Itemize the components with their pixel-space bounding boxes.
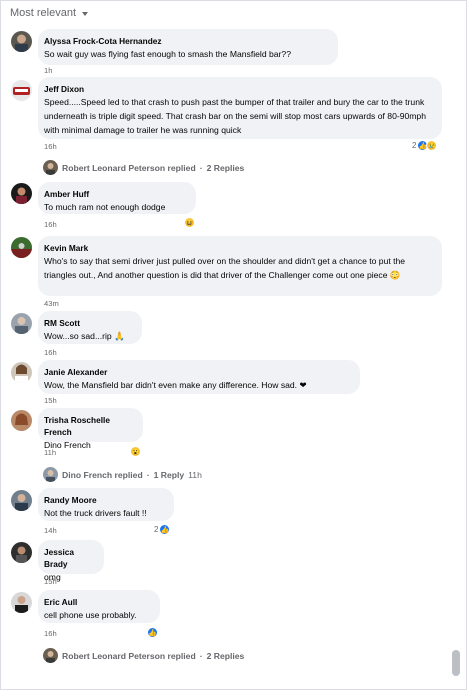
comment-time[interactable]: 16h	[44, 142, 57, 151]
sad-icon: 😢	[426, 140, 438, 151]
scrollbar-thumb[interactable]	[452, 650, 460, 676]
comment-text: Wow, the Mansfield bar didn't even make …	[44, 380, 307, 390]
comment-author[interactable]: Jeff Dixon	[44, 83, 435, 95]
reaction-summary[interactable]: 2 👍 😢	[412, 140, 438, 151]
avatar[interactable]	[11, 592, 32, 613]
comment-time[interactable]: 11h	[44, 448, 56, 457]
reaction-summary[interactable]: 2 👍	[154, 524, 171, 535]
comment-bubble: Trisha Roschelle French Dino French	[38, 408, 143, 450]
comment-text: Dino French	[44, 440, 91, 450]
comment-bubble: Janie Alexander Wow, the Mansfield bar d…	[38, 360, 360, 394]
replier-name: Dino French replied	[62, 469, 143, 480]
view-replies-link[interactable]: Dino French replied · 1 Reply 11h	[43, 467, 202, 482]
comment-author[interactable]: Alyssa Frock-Cota Hernandez	[44, 35, 331, 47]
avatar[interactable]	[11, 362, 32, 383]
comment-text: So wait guy was flying fast enough to sm…	[44, 49, 291, 59]
reply-count: 2 Replies	[206, 650, 245, 661]
reaction-count: 2	[412, 141, 417, 150]
comment-author[interactable]: Eric Aull	[44, 596, 153, 608]
avatar	[43, 467, 58, 482]
reaction-summary[interactable]: 👍	[147, 627, 158, 638]
comment-text: Not the truck drivers fault !!	[44, 508, 147, 518]
comment-author[interactable]: Randy Moore	[44, 494, 167, 506]
reaction-summary[interactable]: 😮	[130, 446, 141, 457]
avatar[interactable]	[11, 183, 32, 204]
avatar	[43, 648, 58, 663]
comment-bubble: Kevin Mark Who's to say that semi driver…	[38, 236, 442, 296]
comment-bubble: RM Scott Wow...so sad...rip 🙏	[38, 311, 142, 344]
comment-time[interactable]: 15h	[44, 577, 57, 586]
comment-time[interactable]: 1h	[44, 66, 52, 75]
comment-author[interactable]: Kevin Mark	[44, 242, 435, 254]
separator: ·	[199, 162, 203, 173]
reply-time: 11h	[188, 469, 202, 480]
comments-panel: Most relevant Alyssa Frock-Cota Hernande…	[0, 0, 467, 690]
comment-bubble: Amber Huff To much ram not enough dodge	[38, 182, 196, 214]
comment-text: Wow...so sad...rip 🙏	[44, 331, 125, 341]
comment-author[interactable]: Jessica Brady	[44, 546, 97, 570]
avatar	[43, 160, 58, 175]
avatar[interactable]	[11, 542, 32, 563]
separator: ·	[146, 469, 150, 480]
comment-text: cell phone use probably.	[44, 610, 137, 620]
chevron-down-icon	[82, 11, 89, 16]
sort-dropdown[interactable]: Most relevant	[10, 7, 89, 19]
comment-text: Who's to say that semi driver just pulle…	[44, 256, 406, 280]
comment-time[interactable]: 14h	[44, 526, 57, 535]
avatar[interactable]	[11, 31, 32, 52]
avatar[interactable]	[11, 237, 32, 258]
comment-author[interactable]: RM Scott	[44, 317, 135, 329]
separator: ·	[199, 650, 203, 661]
avatar[interactable]	[11, 80, 32, 101]
comment-author[interactable]: Amber Huff	[44, 188, 189, 200]
sort-label: Most relevant	[10, 7, 77, 19]
like-icon: 👍	[147, 627, 158, 638]
reaction-summary[interactable]: 😆	[184, 217, 195, 228]
wow-icon: 😮	[130, 446, 141, 457]
comment-author[interactable]: Trisha Roschelle French	[44, 414, 136, 438]
comment-bubble: Randy Moore Not the truck drivers fault …	[38, 488, 174, 521]
laugh-icon: 😆	[184, 217, 195, 228]
comment-time[interactable]: 15h	[44, 396, 57, 405]
like-icon: 👍	[159, 524, 171, 535]
comment-text: To much ram not enough dodge	[44, 202, 166, 212]
comment-time[interactable]: 43m	[44, 299, 59, 308]
comment-time[interactable]: 16h	[44, 348, 57, 357]
comment-time[interactable]: 16h	[44, 629, 57, 638]
reply-count: 2 Replies	[206, 162, 245, 173]
view-replies-link[interactable]: Robert Leonard Peterson replied · 2 Repl…	[43, 648, 244, 663]
reaction-count: 2	[154, 525, 159, 534]
replier-name: Robert Leonard Peterson replied	[62, 650, 196, 661]
avatar[interactable]	[11, 410, 32, 431]
comment-bubble: Alyssa Frock-Cota Hernandez So wait guy …	[38, 29, 338, 65]
comment-author[interactable]: Janie Alexander	[44, 366, 353, 378]
comment-bubble: Jeff Dixon Speed.....Speed led to that c…	[38, 77, 442, 139]
avatar[interactable]	[11, 313, 32, 334]
comment-time[interactable]: 16h	[44, 220, 57, 229]
comment-text: Speed.....Speed led to that crash to pus…	[44, 97, 426, 135]
comment-bubble: Eric Aull cell phone use probably.	[38, 590, 160, 623]
view-replies-link[interactable]: Robert Leonard Peterson replied · 2 Repl…	[43, 160, 244, 175]
replier-name: Robert Leonard Peterson replied	[62, 162, 196, 173]
comment-bubble: Jessica Brady omg	[38, 540, 104, 582]
avatar[interactable]	[11, 490, 32, 511]
reply-count: 1 Reply	[153, 469, 185, 480]
